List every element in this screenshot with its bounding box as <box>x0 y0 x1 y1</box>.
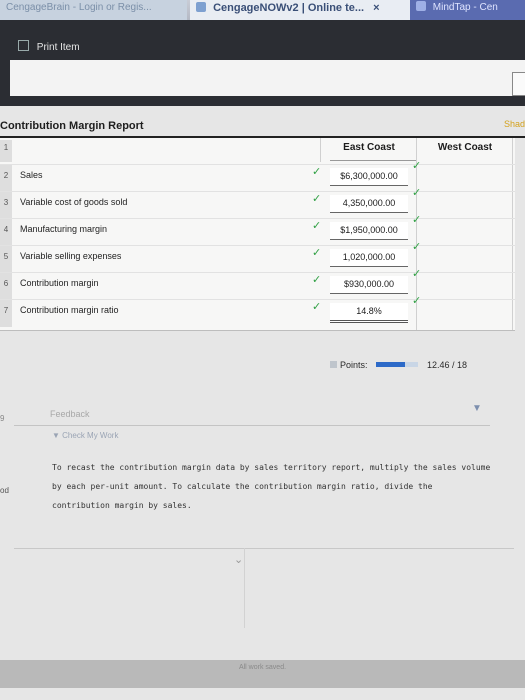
browser-tab-mindtap[interactable]: MindTap - Cen <box>410 0 525 20</box>
row-check-icon: ✓ <box>312 220 322 232</box>
row-number: 7 <box>0 300 12 327</box>
check-my-work-toggle[interactable]: ▼ Check My Work <box>52 431 118 440</box>
row-check-icon: ✓ <box>312 247 322 259</box>
points-value: 12.46 / 18 <box>427 360 468 370</box>
east-coast-variable-cogs-input[interactable]: 4,350,000.00 <box>330 195 408 213</box>
table-row-contribution-margin: 6 Contribution margin ✓ $930,000.00 ✓ <box>0 268 515 300</box>
table-row-sales: 2 Sales ✓ $6,300,000.00 ✓ <box>0 160 515 192</box>
answer-correct-icon: ✓ <box>412 214 422 226</box>
row-number: 6 <box>0 273 12 300</box>
side-panel-tab[interactable] <box>512 72 525 96</box>
print-icon <box>18 40 29 51</box>
points-progress-bar <box>376 362 418 367</box>
points-progress-fill <box>376 362 406 367</box>
tab-close-icon[interactable]: × <box>373 2 379 14</box>
print-item-button[interactable]: Print Item <box>18 40 80 53</box>
points-label: Points: <box>340 360 368 370</box>
row-number: 5 <box>0 246 12 273</box>
east-coast-sales-input[interactable]: $6,300,000.00 <box>330 168 408 186</box>
row-number: 3 <box>0 192 12 219</box>
points-icon <box>330 361 337 368</box>
answer-correct-icon: ✓ <box>412 160 422 172</box>
east-coast-contribution-margin-input[interactable]: $930,000.00 <box>330 276 408 294</box>
shaded-cells-note: Shad <box>503 119 525 129</box>
cengage-favicon-icon <box>196 2 206 12</box>
row-label: Variable cost of goods sold <box>20 197 128 207</box>
answer-correct-icon: ✓ <box>412 241 422 253</box>
side-text-fragment: od <box>0 486 9 495</box>
row-label: Contribution margin <box>20 278 99 288</box>
table-row-contribution-margin-ratio: 7 Contribution margin ratio ✓ 14.8% ✓ <box>0 295 515 327</box>
row-label: Manufacturing margin <box>20 224 108 234</box>
table-row-variable-selling-expenses: 5 Variable selling expenses ✓ 1,020,000.… <box>0 241 515 273</box>
panel-divider <box>244 548 245 628</box>
answer-correct-icon: ✓ <box>412 268 422 280</box>
row-number: 2 <box>0 165 12 192</box>
row-number: 1 <box>0 140 12 162</box>
saved-status: All work saved. <box>238 664 287 671</box>
print-item-label: Print Item <box>36 42 80 53</box>
answer-correct-icon: ✓ <box>412 295 422 307</box>
question-toolbar-strip <box>10 60 525 96</box>
chevron-down-icon[interactable]: ⌄ <box>234 553 243 566</box>
answer-correct-icon: ✓ <box>412 187 422 199</box>
column-header-west-coast: West Coast <box>416 138 513 162</box>
east-coast-contribution-margin-ratio-input[interactable]: 14.8% <box>330 303 408 323</box>
header-underline <box>330 160 416 161</box>
browser-tab-bar: CengageBrain - Login or Regis... Cengage… <box>0 0 525 20</box>
table-row-manufacturing-margin: 4 Manufacturing margin ✓ $1,950,000.00 ✓ <box>0 214 515 246</box>
feedback-text: To recast the contribution margin data b… <box>52 463 491 510</box>
column-header-east-coast: East Coast <box>320 138 417 162</box>
contribution-margin-table: 1 East Coast West Coast 2 Sales ✓ $6,300… <box>0 138 515 331</box>
browser-tab-cengagebrain[interactable]: CengageBrain - Login or Regis... <box>0 0 187 20</box>
row-check-icon: ✓ <box>312 301 322 313</box>
tab-title: MindTap - Cen <box>432 2 498 13</box>
points-label-group: Points: <box>330 360 368 370</box>
report-title: Contribution Margin Report <box>0 120 144 132</box>
row-check-icon: ✓ <box>312 166 322 178</box>
browser-tab-cengagenow[interactable]: CengageNOWv2 | Online te... × <box>190 0 412 20</box>
feedback-divider <box>14 548 514 549</box>
feedback-title: Feedback <box>50 409 90 419</box>
east-coast-variable-selling-input[interactable]: 1,020,000.00 <box>330 249 408 267</box>
tab-title: CengageBrain - Login or Regis... <box>6 2 152 13</box>
row-label: Contribution margin ratio <box>20 305 119 315</box>
table-row-variable-cogs: 3 Variable cost of goods sold ✓ 4,350,00… <box>0 187 515 219</box>
feedback-collapse-caret-icon[interactable]: ▼ <box>472 403 482 414</box>
row-check-icon: ✓ <box>312 274 322 286</box>
side-question-fragment: 9 <box>0 414 5 423</box>
row-label: Variable selling expenses <box>20 251 122 261</box>
row-number: 4 <box>0 219 12 246</box>
row-label: Sales <box>20 170 43 180</box>
row-check-icon: ✓ <box>312 193 322 205</box>
tab-title: CengageNOWv2 | Online te... <box>213 2 365 14</box>
mindtap-favicon-icon <box>416 1 426 11</box>
east-coast-manufacturing-margin-input[interactable]: $1,950,000.00 <box>330 222 408 240</box>
